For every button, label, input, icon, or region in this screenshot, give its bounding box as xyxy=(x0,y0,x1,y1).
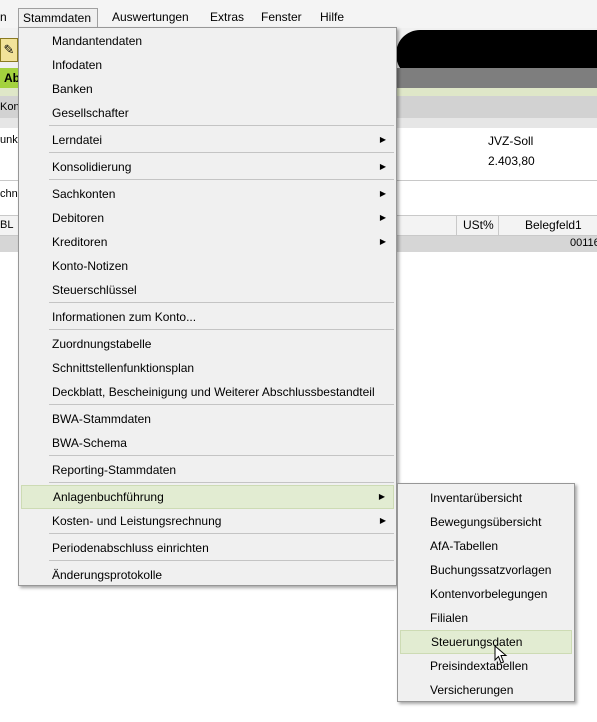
menubar-item-partial[interactable]: n xyxy=(0,8,11,28)
menu-item-reporting-stammdaten[interactable]: Reporting-Stammdaten xyxy=(21,458,394,482)
anlagenbuchfuehrung-submenu: Inventarübersicht Bewegungsübersicht AfA… xyxy=(397,483,575,702)
menu-item-informationen-zum-konto[interactable]: Informationen zum Konto... xyxy=(21,305,394,329)
menu-separator xyxy=(49,482,394,483)
submenu-item-versicherungen[interactable]: Versicherungen xyxy=(400,678,572,702)
menu-bar: n Stammdaten Auswertungen Extras Fenster… xyxy=(0,0,597,28)
menu-item-label: Debitoren xyxy=(52,211,105,225)
triangle-right-icon: ▶ xyxy=(379,516,386,525)
submenu-item-label: Inventarübersicht xyxy=(430,491,523,505)
menu-separator xyxy=(49,533,394,534)
konto-label-fragment: Konto xyxy=(0,101,18,113)
funkt-label-fragment: unkt xyxy=(0,134,18,146)
triangle-right-icon: ▶ xyxy=(379,189,386,198)
menu-item-label: Infodaten xyxy=(52,58,103,72)
submenu-item-label: Kontenvorbelegungen xyxy=(430,587,548,601)
menubar-item-auswertungen[interactable]: Auswertungen xyxy=(108,8,193,28)
submenu-item-buchungssatzvorlagen[interactable]: Buchungssatzvorlagen xyxy=(400,558,572,582)
menubar-item-hilfe[interactable]: Hilfe xyxy=(316,8,348,28)
menu-item-label: Schnittstellenfunktionsplan xyxy=(52,361,195,375)
menu-item-mandantendaten[interactable]: Mandantendaten xyxy=(21,29,394,53)
submenu-item-label: Steuerungsdaten xyxy=(431,635,523,649)
triangle-right-icon: ▶ xyxy=(378,492,385,501)
menu-item-lerndatei[interactable]: Lerndatei ▶ xyxy=(21,128,394,152)
menubar-item-stammdaten[interactable]: Stammdaten xyxy=(18,8,98,28)
submenu-item-afa-tabellen[interactable]: AfA-Tabellen xyxy=(400,534,572,558)
menu-separator xyxy=(49,329,394,330)
submenu-item-bewegungsuebersicht[interactable]: Bewegungsübersicht xyxy=(400,510,572,534)
submenu-item-label: AfA-Tabellen xyxy=(430,539,499,553)
tool-icon[interactable]: ✎ xyxy=(0,38,18,62)
belegfeld-value: 00116 xyxy=(570,237,597,249)
menu-item-konto-notizen[interactable]: Konto-Notizen xyxy=(21,254,394,278)
menu-item-label: Lerndatei xyxy=(52,133,103,147)
menu-item-steuerschluessel[interactable]: Steuerschlüssel xyxy=(21,278,394,302)
menu-item-banken[interactable]: Banken xyxy=(21,77,394,101)
menu-item-debitoren[interactable]: Debitoren ▶ xyxy=(21,206,394,230)
menu-item-label: Konto-Notizen xyxy=(52,259,129,273)
triangle-right-icon: ▶ xyxy=(379,162,386,171)
menu-item-label: Kosten- und Leistungsrechnung xyxy=(52,514,222,528)
menu-item-label: Sachkonten xyxy=(52,187,116,201)
submenu-item-steuerungsdaten[interactable]: Steuerungsdaten xyxy=(400,630,572,654)
menu-item-label: Gesellschafter xyxy=(52,106,129,120)
menu-item-zuordnungstabelle[interactable]: Zuordnungstabelle xyxy=(21,332,394,356)
stammdaten-menu: Mandantendaten Infodaten Banken Gesellsc… xyxy=(18,27,397,586)
menu-item-label: BWA-Stammdaten xyxy=(52,412,151,426)
soll-value: 2.403,80 xyxy=(488,154,535,168)
zeichn-label-fragment: chne xyxy=(0,188,18,200)
menu-item-konsolidierung[interactable]: Konsolidierung ▶ xyxy=(21,155,394,179)
submenu-item-label: Filialen xyxy=(430,611,469,625)
menu-item-kosten-leistungsrechnung[interactable]: Kosten- und Leistungsrechnung ▶ xyxy=(21,509,394,533)
submenu-item-filialen[interactable]: Filialen xyxy=(400,606,572,630)
menu-item-label: Kreditoren xyxy=(52,235,108,249)
submenu-item-label: Bewegungsübersicht xyxy=(430,515,542,529)
menu-separator xyxy=(49,152,394,153)
submenu-item-label: Versicherungen xyxy=(430,683,514,697)
column-header-belegfeld1[interactable]: Belegfeld1 xyxy=(498,216,597,235)
menu-item-label: Änderungsprotokolle xyxy=(52,568,163,582)
menu-item-label: Konsolidierung xyxy=(52,160,132,174)
menubar-item-extras[interactable]: Extras xyxy=(206,8,248,28)
menu-item-label: Deckblatt, Bescheinigung und Weiterer Ab… xyxy=(52,385,375,399)
menu-item-label: Anlagenbuchführung xyxy=(53,490,164,504)
menu-item-gesellschafter[interactable]: Gesellschafter xyxy=(21,101,394,125)
menu-item-bwa-schema[interactable]: BWA-Schema xyxy=(21,431,394,455)
submenu-item-label: Buchungssatzvorlagen xyxy=(430,563,552,577)
menu-item-infodaten[interactable]: Infodaten xyxy=(21,53,394,77)
soll-label: JVZ-Soll xyxy=(488,134,534,148)
menu-item-label: Steuerschlüssel xyxy=(52,283,137,297)
menu-item-periodenabschluss[interactable]: Periodenabschluss einrichten xyxy=(21,536,394,560)
menu-item-label: Informationen zum Konto... xyxy=(52,310,197,324)
submenu-item-inventaruebersicht[interactable]: Inventarübersicht xyxy=(400,486,572,510)
menu-item-label: Periodenabschluss einrichten xyxy=(52,541,209,555)
column-header-partial[interactable]: BL xyxy=(0,219,18,231)
menu-item-label: Banken xyxy=(52,82,93,96)
menu-item-label: Mandantendaten xyxy=(52,34,143,48)
menu-separator xyxy=(49,125,394,126)
submenu-item-label: Preisindextabellen xyxy=(430,659,529,673)
menu-item-kreditoren[interactable]: Kreditoren ▶ xyxy=(21,230,394,254)
menu-separator xyxy=(49,560,394,561)
column-header-ust[interactable]: USt% xyxy=(456,216,498,235)
menu-item-label: Reporting-Stammdaten xyxy=(52,463,177,477)
triangle-right-icon: ▶ xyxy=(379,237,386,246)
menubar-item-fenster[interactable]: Fenster xyxy=(257,8,306,28)
menu-item-aenderungsprotokolle[interactable]: Änderungsprotokolle xyxy=(21,563,394,587)
menu-item-bwa-stammdaten[interactable]: BWA-Stammdaten xyxy=(21,407,394,431)
menu-item-schnittstellenfunktionsplan[interactable]: Schnittstellenfunktionsplan xyxy=(21,356,394,380)
menu-item-sachkonten[interactable]: Sachkonten ▶ xyxy=(21,182,394,206)
submenu-item-kontenvorbelegungen[interactable]: Kontenvorbelegungen xyxy=(400,582,572,606)
submenu-item-preisindextabellen[interactable]: Preisindextabellen xyxy=(400,654,572,678)
triangle-right-icon: ▶ xyxy=(379,135,386,144)
mouse-pointer-icon xyxy=(494,645,508,664)
menu-separator xyxy=(49,179,394,180)
menu-separator xyxy=(49,302,394,303)
menu-separator xyxy=(49,455,394,456)
menu-item-label: BWA-Schema xyxy=(52,436,127,450)
menu-separator xyxy=(49,404,394,405)
menu-item-anlagenbuchfuehrung[interactable]: Anlagenbuchführung ▶ xyxy=(21,485,394,509)
menu-item-deckblatt[interactable]: Deckblatt, Bescheinigung und Weiterer Ab… xyxy=(21,380,394,404)
triangle-right-icon: ▶ xyxy=(379,213,386,222)
menu-item-label: Zuordnungstabelle xyxy=(52,337,152,351)
